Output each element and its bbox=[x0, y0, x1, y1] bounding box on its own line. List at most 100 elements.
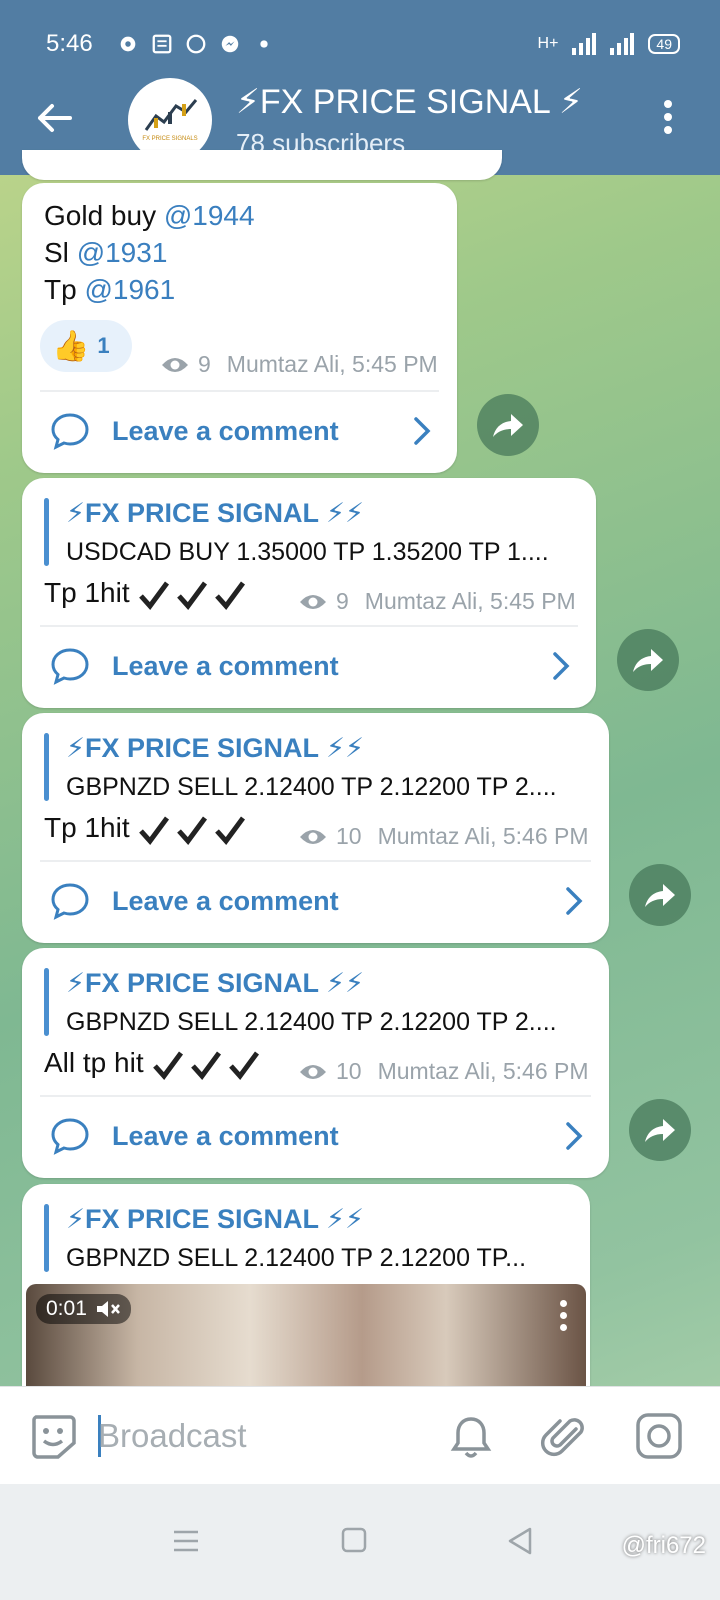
camera-icon[interactable] bbox=[634, 1411, 684, 1461]
chevron-right-icon bbox=[566, 887, 583, 915]
sticker-icon[interactable] bbox=[28, 1411, 78, 1461]
reply-bar bbox=[44, 1204, 49, 1272]
view-count: 9 bbox=[336, 588, 349, 614]
eye-icon bbox=[300, 594, 326, 609]
muted-speaker-icon[interactable] bbox=[95, 1298, 121, 1320]
eye-icon bbox=[300, 829, 326, 844]
mention-link[interactable]: @1944 bbox=[164, 200, 255, 231]
chevron-right-icon bbox=[553, 652, 570, 680]
message-input-bar: Broadcast bbox=[0, 1386, 720, 1484]
forward-icon[interactable] bbox=[629, 864, 691, 926]
whatsapp-icon bbox=[186, 34, 206, 54]
message-bubble[interactable]: Gold buy @1944 Sl @1931 Tp @1961 👍 1 9 M… bbox=[22, 183, 457, 473]
dot-icon bbox=[260, 40, 268, 48]
reply-bar bbox=[44, 968, 49, 1036]
forward-icon[interactable] bbox=[617, 629, 679, 691]
paperclip-icon[interactable] bbox=[540, 1411, 590, 1461]
leave-comment-button[interactable]: Leave a comment bbox=[22, 861, 609, 941]
check-marks-icon bbox=[137, 580, 247, 610]
home-nav-icon[interactable] bbox=[340, 1526, 368, 1554]
author-time: Mumtaz Ali, 5:46 PM bbox=[377, 1058, 589, 1084]
forward-icon[interactable] bbox=[477, 394, 539, 456]
reply-bar bbox=[44, 733, 49, 801]
message-text: All tp hit bbox=[44, 1044, 261, 1081]
status-bar: 5:46 H+ 49 bbox=[46, 28, 680, 60]
reply-title[interactable]: ⚡FX PRICE SIGNAL ⚡⚡ bbox=[66, 1204, 364, 1235]
author-time: Mumtaz Ali, 5:46 PM bbox=[377, 823, 589, 849]
message-bubble[interactable]: ⚡FX PRICE SIGNAL ⚡⚡ GBPNZD SELL 2.12400 … bbox=[22, 713, 609, 943]
network-indicator: H+ bbox=[537, 35, 559, 52]
reply-title[interactable]: ⚡FX PRICE SIGNAL ⚡⚡ bbox=[66, 733, 364, 764]
more-options-icon[interactable] bbox=[660, 100, 676, 140]
reply-title[interactable]: ⚡FX PRICE SIGNAL ⚡⚡ bbox=[66, 968, 364, 999]
comment-icon bbox=[51, 648, 89, 685]
view-count: 9 bbox=[198, 351, 211, 377]
broadcast-input[interactable]: Broadcast bbox=[98, 1417, 247, 1455]
reply-text[interactable]: USDCAD BUY 1.35000 TP 1.35200 TP 1.... bbox=[66, 538, 586, 567]
mention-link[interactable]: @1961 bbox=[84, 274, 175, 305]
video-duration-badge: 0:01 bbox=[36, 1294, 131, 1324]
reply-bar bbox=[44, 498, 49, 566]
leave-comment-button[interactable]: Leave a comment bbox=[22, 626, 596, 706]
channel-title[interactable]: ⚡FX PRICE SIGNAL ⚡ bbox=[236, 82, 583, 122]
reply-text[interactable]: GBPNZD SELL 2.12400 TP 2.12200 TP 2.... bbox=[66, 773, 596, 802]
signal-icon-2 bbox=[610, 33, 635, 55]
logo-caption: FX PRICE SIGNALS bbox=[142, 136, 197, 142]
reaction-count: 1 bbox=[97, 333, 110, 358]
message-line: Sl @1931 bbox=[44, 237, 168, 268]
gear-icon bbox=[120, 36, 136, 52]
video-thumbnail[interactable]: 0:01 bbox=[26, 1284, 586, 1394]
mention-link[interactable]: @1931 bbox=[77, 237, 168, 268]
comment-label: Leave a comment bbox=[112, 415, 339, 446]
message-meta: 10 Mumtaz Ali, 5:46 PM bbox=[298, 823, 589, 850]
comment-label: Leave a comment bbox=[112, 650, 339, 681]
message-meta: 9 Mumtaz Ali, 5:45 PM bbox=[298, 588, 576, 615]
back-nav-icon[interactable] bbox=[506, 1526, 534, 1556]
messenger-icon bbox=[221, 35, 238, 53]
author-time: Mumtaz Ali, 5:45 PM bbox=[364, 588, 576, 614]
back-arrow-icon[interactable] bbox=[34, 98, 74, 138]
eye-icon bbox=[300, 1064, 326, 1079]
battery-indicator: 49 bbox=[648, 34, 680, 54]
reply-text[interactable]: GBPNZD SELL 2.12400 TP 2.12200 TP... bbox=[66, 1244, 576, 1273]
leave-comment-button[interactable]: Leave a comment bbox=[22, 391, 457, 471]
view-count: 10 bbox=[336, 1058, 362, 1084]
previous-message-bubble bbox=[22, 150, 502, 180]
message-bubble[interactable]: ⚡FX PRICE SIGNAL ⚡⚡ GBPNZD SELL 2.12400 … bbox=[22, 1184, 590, 1394]
message-bubble[interactable]: ⚡FX PRICE SIGNAL ⚡⚡ GBPNZD SELL 2.12400 … bbox=[22, 948, 609, 1178]
reply-text[interactable]: GBPNZD SELL 2.12400 TP 2.12200 TP 2.... bbox=[66, 1008, 596, 1037]
chevron-right-icon bbox=[414, 417, 431, 445]
forward-icon[interactable] bbox=[629, 1099, 691, 1161]
chevron-right-icon bbox=[566, 1122, 583, 1150]
message-line: Gold buy @1944 bbox=[44, 200, 255, 231]
signal-icon bbox=[572, 33, 597, 55]
comment-icon bbox=[51, 413, 89, 450]
video-more-icon[interactable] bbox=[560, 1300, 568, 1331]
news-icon bbox=[152, 34, 172, 54]
author-time: Mumtaz Ali, 5:45 PM bbox=[226, 351, 438, 377]
message-text: Tp 1hit bbox=[44, 809, 247, 846]
status-time: 5:46 bbox=[46, 30, 93, 57]
thumbs-up-icon: 👍 bbox=[52, 329, 90, 363]
comment-label: Leave a comment bbox=[112, 885, 339, 916]
check-marks-icon bbox=[151, 1050, 261, 1080]
leave-comment-button[interactable]: Leave a comment bbox=[22, 1096, 609, 1176]
eye-icon bbox=[162, 357, 188, 372]
view-count: 10 bbox=[336, 823, 362, 849]
message-bubble[interactable]: ⚡FX PRICE SIGNAL ⚡⚡ USDCAD BUY 1.35000 T… bbox=[22, 478, 596, 708]
chat-header: 5:46 H+ 49 FX PRICE SIGNALS ⚡FX PRICE SI… bbox=[0, 0, 720, 175]
message-meta: 10 Mumtaz Ali, 5:46 PM bbox=[298, 1058, 589, 1085]
menu-nav-icon[interactable] bbox=[172, 1528, 200, 1554]
reaction-chip[interactable]: 👍 1 bbox=[40, 320, 132, 372]
message-meta: 9 Mumtaz Ali, 5:45 PM bbox=[160, 351, 438, 378]
bell-icon[interactable] bbox=[448, 1413, 494, 1461]
comment-icon bbox=[51, 1118, 89, 1155]
reply-title[interactable]: ⚡FX PRICE SIGNAL ⚡⚡ bbox=[66, 498, 364, 529]
message-text: Tp 1hit bbox=[44, 574, 247, 611]
comment-icon bbox=[51, 883, 89, 920]
video-duration: 0:01 bbox=[46, 1297, 87, 1320]
watermark: @fri672 bbox=[621, 1532, 706, 1559]
check-marks-icon bbox=[137, 815, 247, 845]
message-line: Tp @1961 bbox=[44, 274, 176, 305]
system-navigation-bar: @fri672 bbox=[0, 1484, 720, 1600]
